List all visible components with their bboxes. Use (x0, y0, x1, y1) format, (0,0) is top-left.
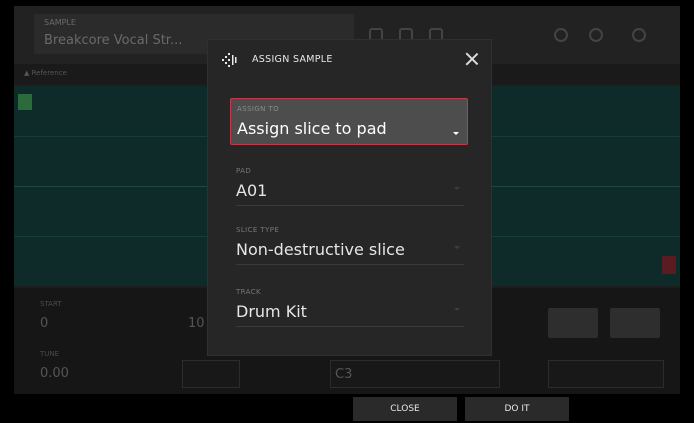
background-gear-icon (632, 28, 646, 42)
assign-to-dropdown[interactable]: ASSIGN TO Assign slice to pad (230, 98, 468, 145)
chevron-down-icon (453, 132, 459, 135)
background-end-marker (662, 256, 676, 274)
background-note-value: C3 (335, 367, 353, 382)
field-underline (236, 264, 464, 265)
background-sample-label: SAMPLE (44, 18, 76, 27)
close-button[interactable]: CLOSE (353, 397, 457, 421)
track-value: Drum Kit (236, 302, 307, 321)
pad-value: A01 (236, 181, 268, 200)
track-label: TRACK (236, 288, 261, 296)
dialog-title: ASSIGN SAMPLE (252, 54, 333, 65)
background-record-icon (554, 28, 568, 42)
background-mid-value: 10 (188, 316, 205, 331)
background-tune-label: TUNE (40, 350, 60, 358)
assign-to-value: Assign slice to pad (237, 119, 387, 138)
assign-sample-dialog: ASSIGN SAMPLE ASSIGN TO Assign slice to … (208, 40, 491, 355)
dialog-header: ASSIGN SAMPLE (208, 40, 491, 80)
background-sample-name: Breakcore Vocal Str... (44, 33, 183, 48)
assign-sample-icon (222, 53, 237, 67)
pad-dropdown[interactable]: PAD A01 (230, 165, 468, 207)
chevron-down-icon (454, 308, 460, 311)
slice-type-value: Non-destructive slice (236, 240, 405, 259)
track-dropdown[interactable]: TRACK Drum Kit (230, 286, 468, 328)
chevron-down-icon (454, 187, 460, 190)
assign-to-label: ASSIGN TO (237, 105, 280, 113)
background-search-icon (589, 28, 603, 42)
background-assign-slice-button (548, 308, 598, 338)
field-underline (236, 205, 464, 206)
close-icon[interactable] (464, 51, 480, 67)
chevron-down-icon (454, 246, 460, 249)
background-start-marker (18, 94, 32, 110)
slice-type-label: SLICE TYPE (236, 226, 280, 234)
field-underline (236, 326, 464, 327)
background-edit-slices-button (610, 308, 660, 338)
background-box (548, 360, 664, 388)
background-box: C3 (330, 360, 500, 388)
slice-type-dropdown[interactable]: SLICE TYPE Non-destructive slice (230, 224, 468, 266)
background-tab-reference: ▲ Reference (24, 69, 67, 77)
background-box (182, 360, 240, 388)
background-start-value: 0 (40, 316, 49, 331)
do-it-button[interactable]: DO IT (465, 397, 569, 421)
pad-label: PAD (236, 167, 252, 175)
background-tune-value: 0.00 (40, 366, 69, 381)
background-start-label: START (40, 300, 62, 308)
